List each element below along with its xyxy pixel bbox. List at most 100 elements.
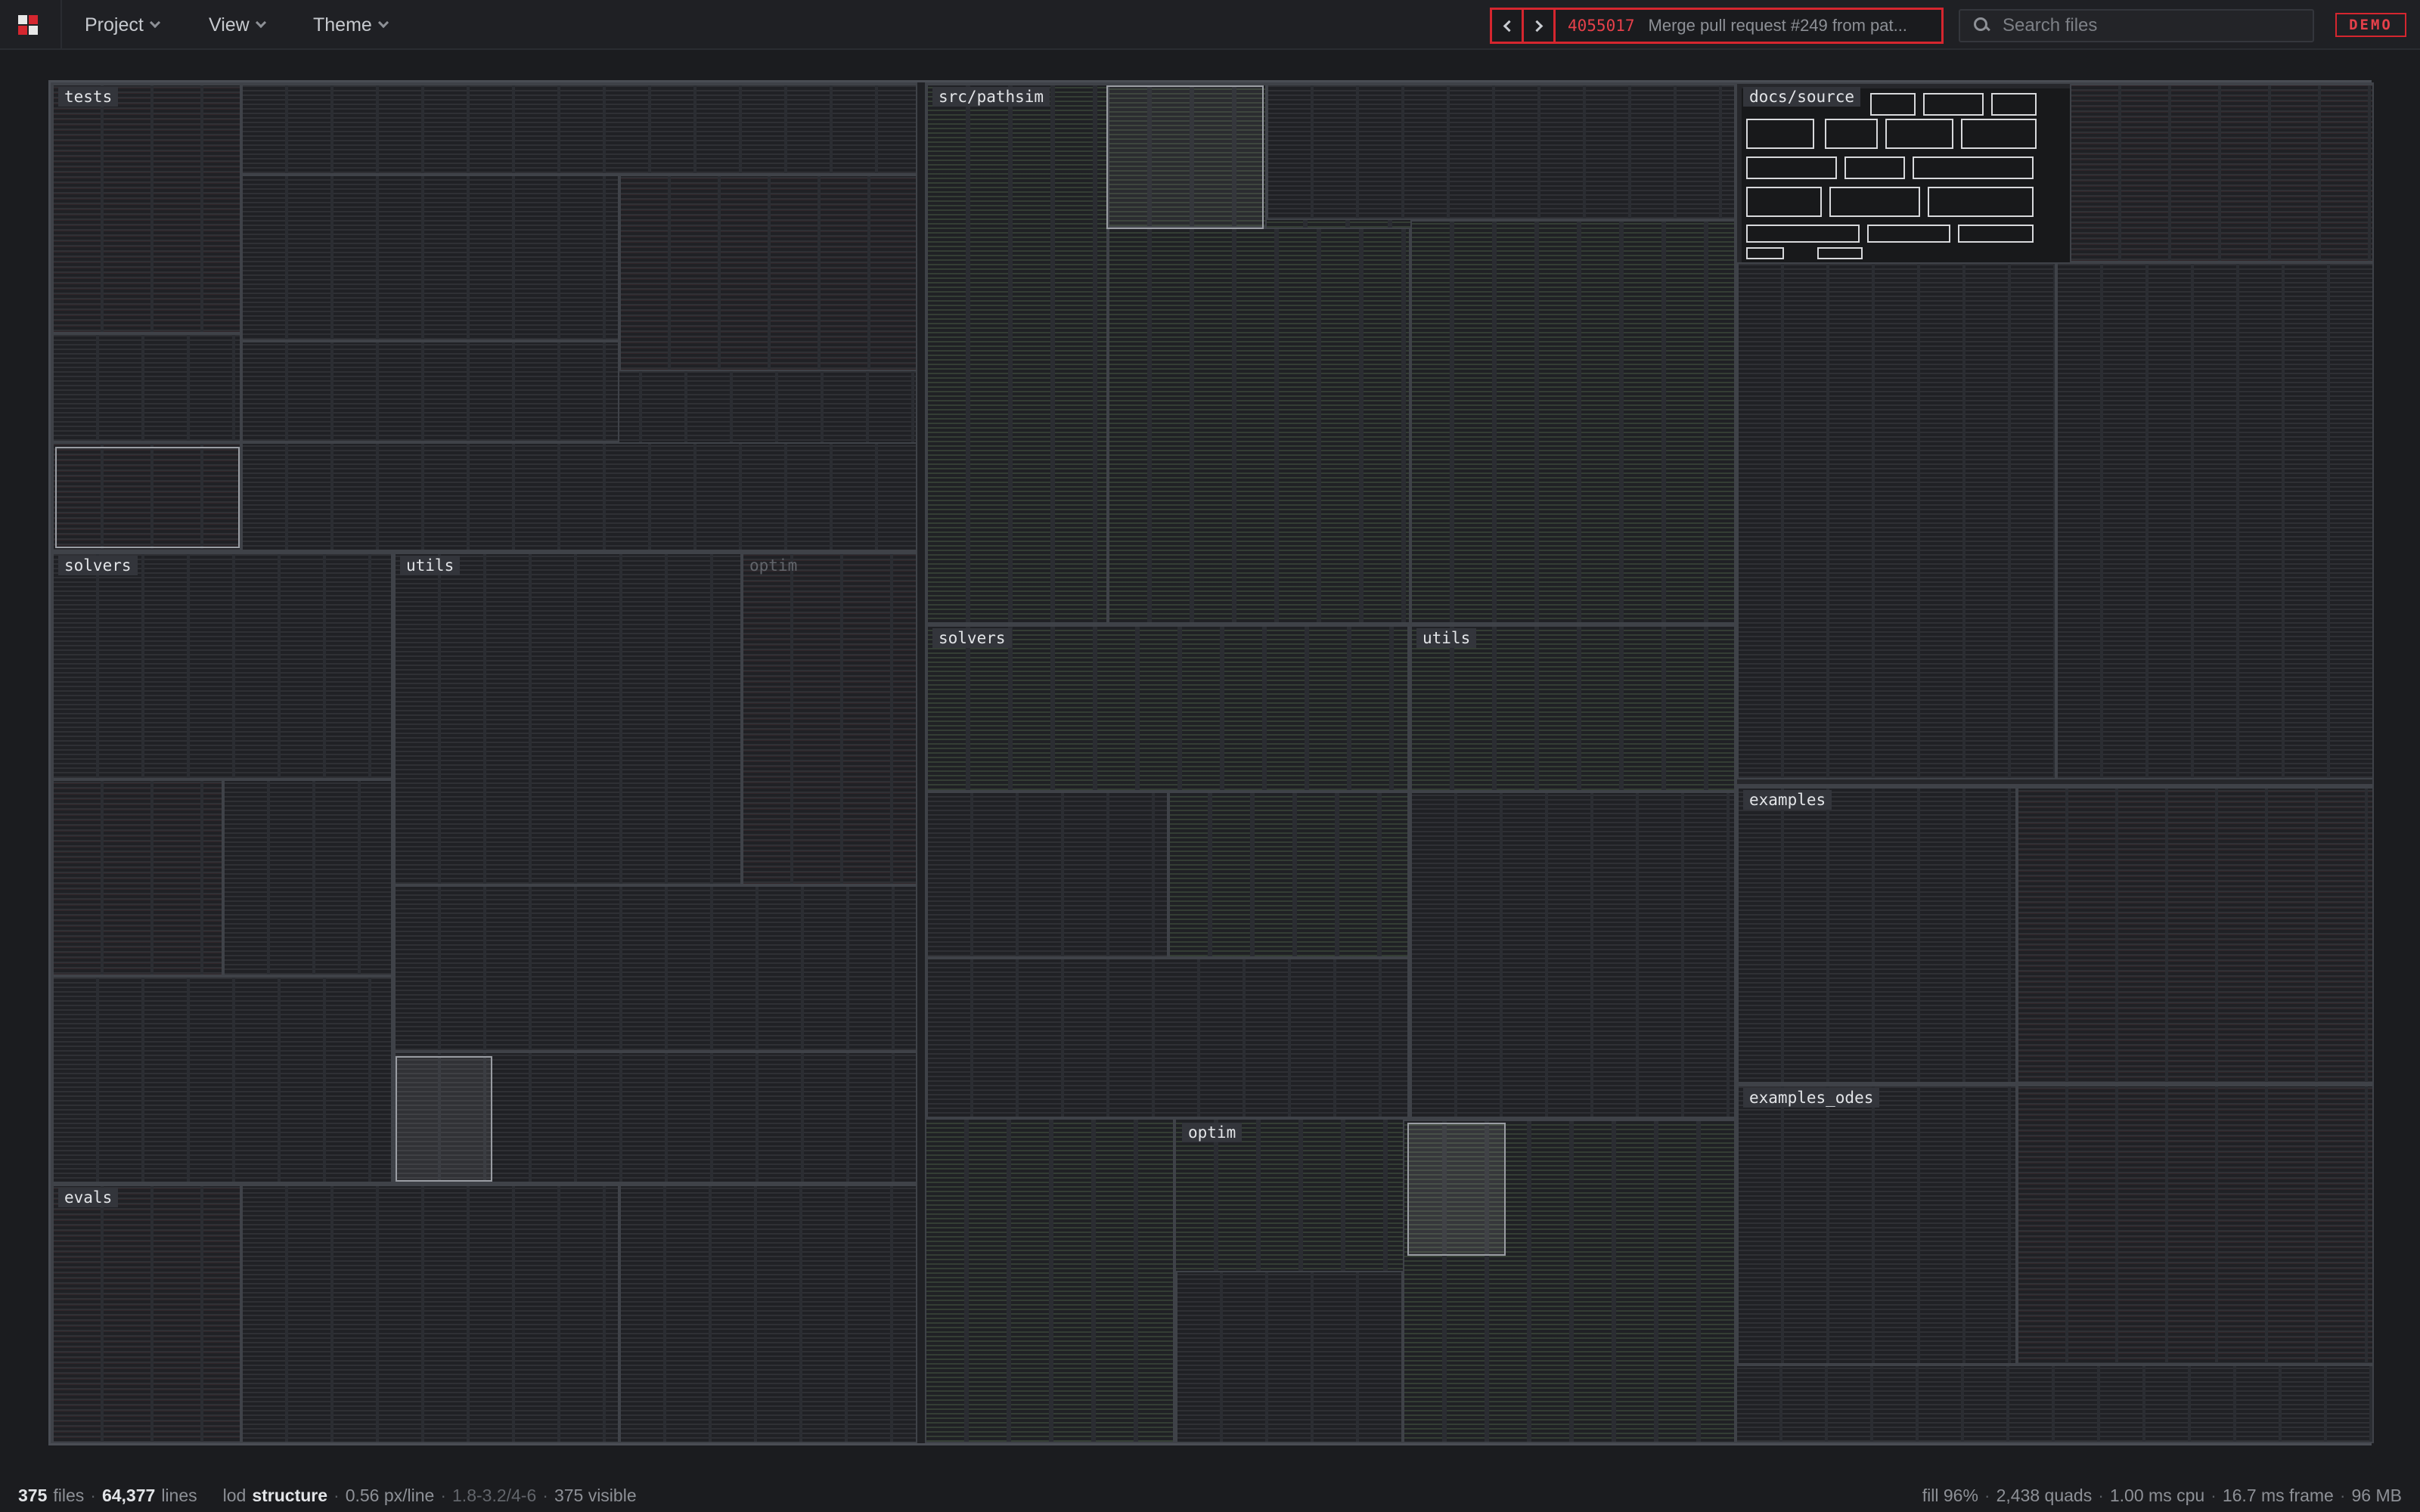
file-block[interactable] (619, 1185, 916, 1442)
file-block[interactable] (2056, 262, 2372, 779)
folder-solvers[interactable]: solvers (51, 551, 392, 1183)
theme-menu[interactable]: Theme (313, 12, 389, 38)
project-menu[interactable]: Project (85, 12, 160, 38)
folder-solvers-src[interactable]: solvers (925, 624, 1409, 1118)
chevron-down-icon (149, 17, 160, 29)
previous-commit-button[interactable] (1492, 10, 1524, 42)
chevron-right-icon (1531, 20, 1543, 32)
commit-navigator: 4055017 Merge pull request #249 from pat… (1490, 8, 1944, 44)
search-box[interactable] (1959, 9, 2314, 42)
project-menu-label: Project (85, 14, 144, 36)
commit-message[interactable]: Merge pull request #249 from pat... (1649, 16, 1907, 36)
file-block[interactable] (241, 1185, 619, 1442)
lod-value: structure (252, 1485, 328, 1505)
file-block[interactable] (1176, 1271, 1403, 1442)
file-block[interactable] (2070, 84, 2372, 262)
file-block[interactable] (2017, 1085, 2372, 1363)
folder-examples-odes[interactable]: examples_odes (1736, 1083, 2374, 1365)
file-block[interactable] (2017, 787, 2372, 1082)
cpu-stat: 1.00 ms cpu (2109, 1485, 2205, 1505)
top-bar: Project View Theme 4055017 Merge pull re… (0, 0, 2420, 50)
folder-label-examples: examples (1743, 790, 1832, 810)
files-label: files (53, 1485, 85, 1505)
folder-label-solvers-src: solvers (932, 628, 1012, 648)
file-block[interactable] (223, 779, 391, 976)
folder-label-optim: optim (749, 556, 798, 575)
folder-evals[interactable]: evals (51, 1183, 917, 1443)
folder-label-tests: tests (58, 87, 119, 107)
file-block[interactable] (1737, 1085, 2017, 1363)
folder-optim-src[interactable]: optim (1174, 1118, 1736, 1443)
fill-stat: fill 96% (1922, 1485, 1978, 1505)
folder-label-src-pathsim: src/pathsim (932, 87, 1050, 107)
file-treemap[interactable]: tests solvers utils optim evals src/path… (48, 80, 2374, 1445)
search-input[interactable] (2003, 15, 2290, 36)
file-block[interactable] (52, 84, 241, 333)
file-block[interactable] (1410, 220, 1734, 622)
file-block[interactable] (1168, 792, 1407, 958)
file-block[interactable] (619, 175, 916, 371)
demo-badge: DEMO (2335, 13, 2406, 37)
next-commit-button[interactable] (1524, 10, 1556, 42)
file-block[interactable] (1410, 625, 1734, 792)
file-block[interactable] (241, 341, 619, 442)
commit-hash[interactable]: 4055017 (1568, 17, 1635, 35)
file-block[interactable] (1737, 262, 2056, 779)
view-menu-label: View (209, 14, 250, 36)
file-block[interactable] (742, 553, 916, 885)
memory-stat: 96 MB (2351, 1485, 2402, 1505)
files-count: 375 (18, 1485, 48, 1505)
app-logo-icon[interactable] (18, 15, 38, 35)
view-menu[interactable]: View (209, 12, 266, 38)
selected-file-outline (1106, 85, 1264, 229)
file-block[interactable] (925, 1118, 1174, 1443)
file-block[interactable] (926, 792, 1168, 958)
file-block[interactable] (1737, 787, 2017, 1082)
file-block[interactable] (1267, 84, 1734, 220)
file-block[interactable] (52, 553, 391, 779)
search-icon (1974, 17, 1990, 34)
folder-tests[interactable]: tests (51, 82, 917, 551)
file-block[interactable] (1108, 228, 1410, 622)
file-block[interactable] (926, 84, 1108, 622)
folder-label-evals: evals (58, 1188, 119, 1207)
folder-docs-source[interactable]: docs/source (1736, 82, 2374, 785)
status-bar: 375 files · 64,377 lines lod structure ·… (18, 1485, 2402, 1505)
folder-src-pathsim[interactable]: src/pathsim (925, 82, 1736, 624)
folder-examples[interactable]: examples (1736, 785, 2374, 1083)
folder-utils[interactable]: utils optim (392, 551, 917, 1183)
docs-diagram-thumbnails (1742, 88, 2070, 262)
file-block[interactable] (1410, 792, 1734, 1117)
folder-label-solvers: solvers (58, 556, 138, 575)
file-block[interactable] (241, 442, 916, 550)
selected-file-outline (55, 447, 240, 548)
file-block[interactable] (52, 976, 391, 1182)
file-block[interactable] (241, 84, 916, 175)
lines-label: lines (161, 1485, 197, 1505)
file-block[interactable] (926, 958, 1407, 1117)
file-block[interactable] (394, 553, 742, 885)
file-block[interactable] (241, 175, 619, 341)
divider (60, 0, 62, 50)
folder-utils-src[interactable]: utils (1409, 624, 1736, 1118)
folder-label-utils: utils (400, 556, 461, 575)
file-block[interactable] (1736, 1365, 2374, 1443)
folder-label-examples-odes: examples_odes (1743, 1088, 1880, 1108)
chevron-down-icon (377, 17, 389, 29)
file-block[interactable] (52, 779, 223, 976)
theme-menu-label: Theme (313, 14, 372, 36)
chevron-left-icon (1503, 20, 1515, 32)
file-block[interactable] (394, 885, 916, 1052)
chevron-down-icon (255, 17, 266, 29)
lod-label: lod (222, 1485, 247, 1505)
folder-label-docs-source: docs/source (1743, 87, 1861, 107)
px-per-line: 0.56 px/line (345, 1485, 435, 1505)
file-block[interactable] (52, 1185, 241, 1442)
lod-range: 1.8-3.2/4-6 (452, 1485, 537, 1505)
folder-label-utils-src: utils (1416, 628, 1477, 648)
visible-count: 375 visible (554, 1485, 637, 1505)
folder-label-optim-src: optim (1182, 1123, 1243, 1142)
selected-file-outline (1407, 1123, 1506, 1256)
file-block[interactable] (926, 625, 1407, 792)
file-block[interactable] (52, 333, 241, 442)
